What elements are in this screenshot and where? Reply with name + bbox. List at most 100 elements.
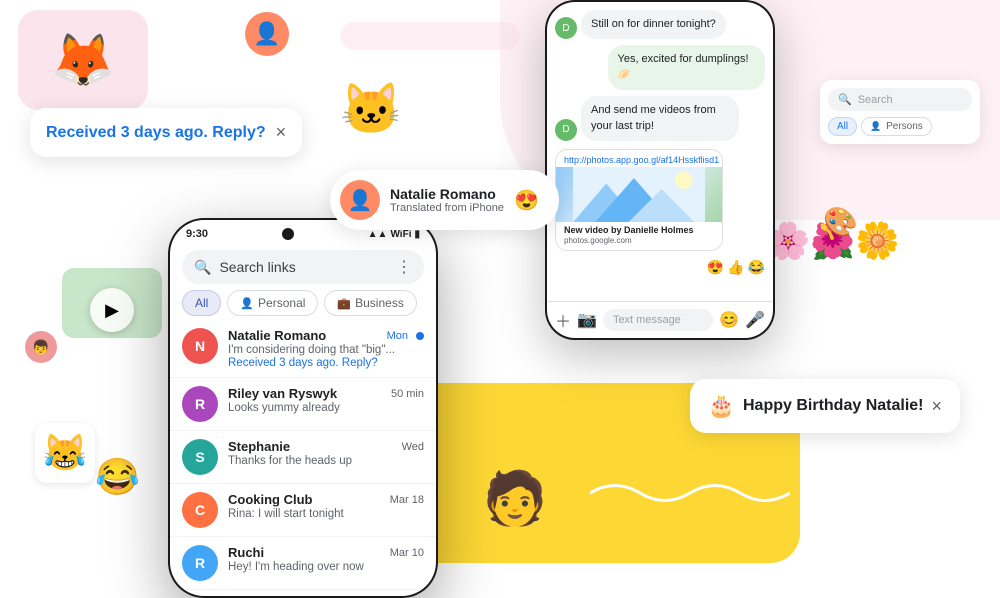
cat-sticker: 🐱: [340, 80, 402, 139]
conv-avatar-riley: R: [182, 386, 218, 422]
sms-input-bar: ＋ 📷 Text message 😊 🎤: [547, 301, 773, 338]
photos-search-input[interactable]: Search: [858, 94, 893, 106]
conv-header-stephanie: Stephanie Wed: [228, 439, 424, 454]
conv-msg-riley: Looks yummy already: [228, 402, 424, 414]
filter-tabs: All 👤 Personal 💼 Business: [182, 290, 424, 316]
reaction-1[interactable]: 😍: [707, 259, 724, 276]
conv-reply-natalie: Received 3 days ago. Reply?: [228, 357, 424, 369]
sms-row-1: D Still on for dinner tonight?: [555, 10, 765, 39]
mic-icon[interactable]: 🎤: [745, 310, 765, 330]
search-bar[interactable]: 🔍 Search links ⋮: [182, 250, 424, 284]
conv-header-ruchi: Ruchi Mar 10: [228, 545, 424, 560]
tab-personal-label: Personal: [258, 296, 305, 310]
conv-name-natalie: Natalie Romano: [228, 328, 326, 343]
conv-time-cooking: Mar 18: [390, 494, 424, 506]
phone-sms: D Still on for dinner tonight? Yes, exci…: [545, 0, 775, 340]
received-text: Received 3 days ago. Reply?: [46, 124, 266, 142]
photos-search-icon: 🔍: [838, 93, 852, 106]
sms-bubble-received-1: Still on for dinner tonight?: [581, 10, 726, 39]
status-time: 9:30: [186, 228, 208, 240]
natalie-avatar-emoji: 👤: [348, 188, 373, 213]
natalie-card: 👤 Natalie Romano Translated from iPhone …: [330, 170, 559, 230]
tab-business[interactable]: 💼 Business: [324, 290, 416, 316]
phone-notch: [282, 228, 294, 240]
conv-header-cooking: Cooking Club Mar 18: [228, 492, 424, 507]
person-icon: 👤: [253, 21, 280, 47]
tab-all[interactable]: All: [182, 290, 221, 316]
conv-content-stephanie: Stephanie Wed Thanks for the heads up: [228, 439, 424, 467]
reaction-3[interactable]: 😂: [748, 259, 765, 276]
sms-link-url: http://photos.app.goo.gl/af14Hsskflisd1: [556, 150, 722, 167]
photos-search-bar[interactable]: 🔍 Search: [828, 88, 972, 111]
battery-icon: ▮: [414, 229, 420, 240]
conv-time-stephanie: Wed: [402, 441, 424, 453]
conv-time-natalie: Mon: [387, 330, 408, 342]
conv-item-cooking[interactable]: C Cooking Club Mar 18 Rina: I will start…: [170, 484, 436, 537]
sms-messages: D Still on for dinner tonight? Yes, exci…: [547, 2, 773, 301]
tab-business-label: Business: [355, 296, 404, 310]
sms-reactions: 😍 👍 😂: [707, 259, 765, 276]
person-circle-yellow: 🧑: [460, 443, 570, 553]
wifi-icon: WiFi: [390, 229, 411, 240]
sms-text-input[interactable]: Text message: [603, 309, 713, 331]
conv-avatar-ruchi: R: [182, 545, 218, 581]
tab-personal[interactable]: 👤 Personal: [227, 290, 318, 316]
photos-tab-persons[interactable]: 👤 Persons: [861, 117, 932, 136]
more-options-icon[interactable]: ⋮: [396, 257, 412, 277]
birthday-emoji: 🎂: [708, 393, 735, 419]
persons-icon: 👤: [870, 121, 881, 131]
laugh-emoji: 😂: [95, 456, 140, 498]
play-button[interactable]: ▶: [90, 288, 134, 332]
conv-content-natalie: Natalie Romano Mon I'm considering doing…: [228, 328, 424, 369]
conv-avatar-cooking: C: [182, 492, 218, 528]
conv-time-area: Mon: [387, 330, 424, 342]
illustration-fox: 🦊: [18, 10, 148, 110]
photos-tab-all[interactable]: All: [828, 117, 857, 136]
photos-tab-persons-label: Persons: [886, 121, 923, 132]
conv-item-stephanie[interactable]: S Stephanie Wed Thanks for the heads up: [170, 431, 436, 484]
conv-item-ruchi[interactable]: R Ruchi Mar 10 Hey! I'm heading over now: [170, 537, 436, 590]
unread-indicator: [416, 332, 424, 340]
natalie-name: Natalie Romano: [390, 186, 504, 202]
conv-time-riley: 50 min: [391, 388, 424, 400]
play-icon: ▶: [105, 300, 119, 321]
fox-emoji: 🦊: [51, 30, 116, 91]
signal-icon: ▲▲: [368, 229, 388, 240]
conv-msg-cooking: Rina: I will start tonight: [228, 508, 424, 520]
sms-link-card[interactable]: http://photos.app.goo.gl/af14Hsskflisd1 …: [555, 149, 723, 251]
emoji-icon[interactable]: 😊: [719, 310, 739, 330]
cat-sticker-emoji: 😹: [43, 432, 88, 474]
phone-sms-inner: D Still on for dinner tonight? Yes, exci…: [547, 2, 773, 338]
conv-header-riley: Riley van Ryswyk 50 min: [228, 386, 424, 401]
phone-main: 9:30 ▲▲ WiFi ▮ 🔍 Search links ⋮ All 👤 Pe…: [168, 218, 438, 598]
natalie-reaction-emoji: 😍: [514, 188, 539, 213]
conversation-list: N Natalie Romano Mon I'm considering doi…: [170, 320, 436, 596]
reaction-2[interactable]: 👍: [727, 259, 744, 276]
conv-item-natalie[interactable]: N Natalie Romano Mon I'm considering doi…: [170, 320, 436, 378]
conv-msg-natalie: I'm considering doing that "big"...: [228, 344, 424, 356]
status-icons: ▲▲ WiFi ▮: [368, 229, 420, 240]
sms-sender-avatar: D: [555, 17, 577, 39]
search-input[interactable]: Search links: [219, 259, 388, 275]
sms-bubble-sent-1: Yes, excited for dumplings! 🥟: [608, 45, 766, 90]
received-close-button[interactable]: ×: [276, 122, 287, 143]
conv-item-riley[interactable]: R Riley van Ryswyk 50 min Looks yummy al…: [170, 378, 436, 431]
natalie-avatar: 👤: [340, 180, 380, 220]
conv-avatar-stephanie: S: [182, 439, 218, 475]
conv-time-ruchi: Mar 10: [390, 547, 424, 559]
conv-name-ruchi: Ruchi: [228, 545, 264, 560]
camera-icon[interactable]: 📷: [577, 310, 597, 330]
add-attachment-icon[interactable]: ＋: [555, 308, 571, 332]
photos-tabs: All 👤 Persons: [828, 117, 972, 136]
received-card: Received 3 days ago. Reply? ×: [30, 108, 302, 157]
conv-item-daniel[interactable]: D Daniel Han Feb 25: [170, 590, 436, 596]
tab-all-label: All: [195, 296, 208, 310]
sms-link-image: [556, 167, 722, 222]
search-icon: 🔍: [194, 259, 211, 276]
photos-panel: 🔍 Search All 👤 Persons: [820, 80, 980, 144]
pink-pill-top: [340, 22, 520, 50]
conv-content-ruchi: Ruchi Mar 10 Hey! I'm heading over now: [228, 545, 424, 573]
sms-bubble-received-2: And send me videos from your last trip!: [581, 96, 739, 141]
birthday-close-button[interactable]: ×: [931, 396, 942, 417]
conv-name-stephanie: Stephanie: [228, 439, 290, 454]
